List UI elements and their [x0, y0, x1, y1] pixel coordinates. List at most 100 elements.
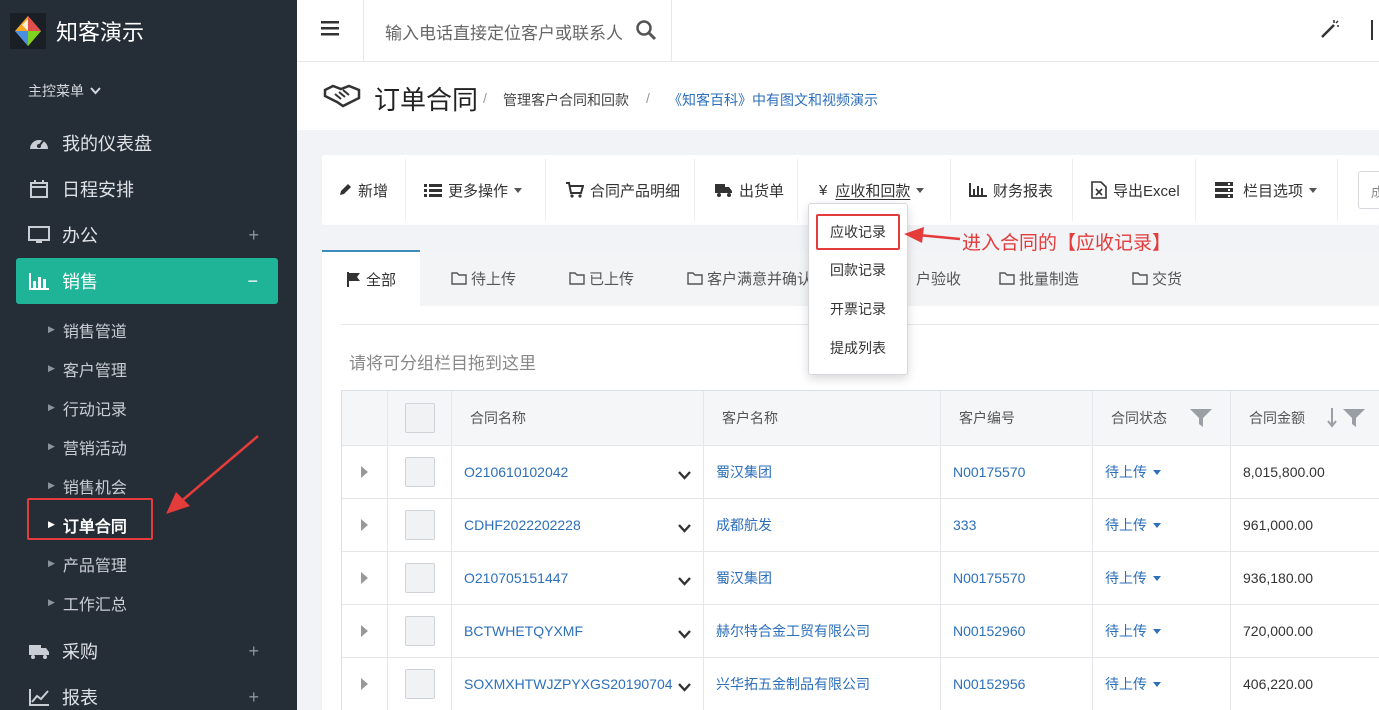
export-excel-button[interactable]: 导出Excel	[1091, 155, 1180, 225]
col-header-customer[interactable]: 客户名称	[704, 391, 941, 445]
chevron-down-icon[interactable]	[678, 520, 691, 536]
menu-item-receivables[interactable]: 应收记录	[816, 214, 900, 250]
customer-link[interactable]: 兴华拓五金制品有限公司	[716, 674, 870, 694]
sub-item-actions[interactable]: ▶ 行动记录	[0, 388, 297, 427]
tab-all[interactable]: 全部	[322, 250, 421, 306]
annotation-arrow-sidebar	[166, 435, 259, 514]
contract-name-link[interactable]: CDHF2022202228	[464, 517, 581, 533]
main-menu-toggle[interactable]: 主控菜单	[0, 62, 297, 120]
customer-link[interactable]: 成都航发	[716, 515, 772, 535]
contract-name-link[interactable]: O210610102042	[464, 464, 568, 480]
tab-uploaded[interactable]: 已上传	[569, 250, 634, 306]
expand-row-icon[interactable]	[361, 466, 368, 478]
nav-item-dashboard[interactable]: 我的仪表盘	[0, 120, 297, 166]
customer-code-link[interactable]: N00152960	[953, 623, 1025, 639]
more-actions-button[interactable]: 更多操作	[424, 155, 523, 225]
col-header-status[interactable]: 合同状态	[1093, 391, 1231, 445]
table-row[interactable]: O210705151447 蜀汉集团 N00175570 待上传 936,180.00	[342, 552, 1379, 605]
contract-name-link[interactable]: O210705151447	[464, 570, 568, 586]
menu-item-payments[interactable]: 回款记录	[809, 251, 907, 289]
customer-link[interactable]: 赫尔特合金工贸有限公司	[716, 621, 870, 641]
brand[interactable]: 知客演示	[0, 0, 297, 62]
sub-item-customers[interactable]: ▶ 客户管理	[0, 349, 297, 388]
tab-pending-upload[interactable]: 待上传	[451, 250, 516, 306]
sub-item-pipeline[interactable]: ▶ 销售管道	[0, 310, 297, 349]
nav-item-sales[interactable]: 销售 −	[16, 258, 278, 304]
contract-name-cell: SOXMXHTWJZPYXGS20190704	[452, 658, 704, 710]
search-icon[interactable]	[635, 19, 657, 44]
filter-icon[interactable]	[1343, 409, 1365, 430]
caret-right-icon: ▶	[48, 480, 55, 490]
expand-cell	[342, 552, 388, 604]
caret-down-icon	[1153, 469, 1161, 475]
flag-icon[interactable]	[1371, 20, 1379, 40]
tab-acceptance[interactable]: 户验收	[916, 250, 961, 306]
expand-plus-icon[interactable]: +	[248, 687, 259, 708]
status-cell[interactable]: 待上传	[1093, 605, 1231, 657]
select-all-checkbox[interactable]	[404, 403, 435, 433]
table-row[interactable]: BCTWHETQYXMF 赫尔特合金工贸有限公司 N00152960 待上传 720,0…	[342, 605, 1379, 658]
chevron-down-icon[interactable]	[678, 679, 691, 695]
customer-link[interactable]: 蜀汉集团	[716, 462, 772, 482]
sub-item-products[interactable]: ▶ 产品管理	[0, 544, 297, 583]
shipment-button[interactable]: 出货单	[715, 155, 784, 225]
line-chart-icon	[28, 686, 50, 708]
col-header-customer-code[interactable]: 客户编号	[941, 391, 1093, 445]
tab-batch-manufacturing[interactable]: 批量制造	[999, 250, 1079, 306]
menu-item-commission[interactable]: 提成列表	[809, 329, 907, 367]
sub-item-summary[interactable]: ▶ 工作汇总	[0, 583, 297, 622]
expand-row-icon[interactable]	[361, 625, 368, 637]
customer-code-link[interactable]: N00152956	[953, 676, 1025, 692]
expand-row-icon[interactable]	[361, 572, 368, 584]
magic-wand-icon[interactable]	[1319, 18, 1339, 43]
customer-code-link[interactable]: N00175570	[953, 570, 1025, 586]
status-cell[interactable]: 待上传	[1093, 499, 1231, 551]
customer-code-link[interactable]: N00175570	[953, 464, 1025, 480]
calendar-icon	[28, 178, 50, 200]
expand-plus-icon[interactable]: +	[248, 641, 259, 662]
row-checkbox[interactable]	[404, 457, 435, 487]
status-cell[interactable]: 待上传	[1093, 658, 1231, 710]
expand-plus-icon[interactable]: +	[248, 225, 259, 246]
contract-name-link[interactable]: BCTWHETQYXMF	[464, 623, 583, 639]
chevron-down-icon[interactable]	[678, 626, 691, 642]
table-row[interactable]: SOXMXHTWJZPYXGS20190704 兴华拓五金制品有限公司 N00152…	[342, 658, 1379, 710]
customer-link[interactable]: 蜀汉集团	[716, 568, 772, 588]
hamburger-menu-icon[interactable]	[321, 19, 339, 42]
collapse-minus-icon[interactable]: −	[247, 271, 258, 292]
global-search-input[interactable]: 输入电话直接定位客户或联系人	[385, 19, 623, 44]
status-cell[interactable]: 待上传	[1093, 446, 1231, 498]
nav-item-reports[interactable]: 报表 +	[0, 674, 297, 710]
row-checkbox[interactable]	[404, 510, 435, 540]
table-row[interactable]: CDHF2022202228 成都航发 333 待上传 961,000.00	[342, 499, 1379, 552]
nav-item-purchase[interactable]: 采购 +	[0, 628, 297, 674]
column-options-button[interactable]: 栏目选项	[1215, 155, 1318, 225]
col-header-contract-name[interactable]: 合同名称	[452, 391, 704, 445]
col-header-amount[interactable]: 合同金额	[1231, 391, 1379, 445]
row-checkbox[interactable]	[404, 563, 435, 593]
expand-row-icon[interactable]	[361, 678, 368, 690]
new-button[interactable]: 新增	[338, 155, 388, 225]
status-cell[interactable]: 待上传	[1093, 552, 1231, 604]
nav-item-office[interactable]: 办公 +	[0, 212, 297, 258]
filter-icon[interactable]	[1190, 409, 1212, 430]
menu-item-invoices[interactable]: 开票记录	[809, 290, 907, 328]
row-checkbox[interactable]	[404, 669, 435, 699]
product-detail-button[interactable]: 合同产品明细	[566, 155, 680, 225]
expand-row-icon[interactable]	[361, 519, 368, 531]
finance-report-button[interactable]: 财务报表	[969, 155, 1053, 225]
row-checkbox[interactable]	[404, 616, 435, 646]
caret-down-icon	[1153, 522, 1161, 528]
tab-delivery[interactable]: 交货	[1132, 250, 1182, 306]
customer-code-link[interactable]: 333	[953, 517, 976, 533]
contract-name-link[interactable]: SOXMXHTWJZPYXGS20190704	[464, 676, 673, 692]
help-link[interactable]: 《知客百科》中有图文和视频演示	[668, 90, 878, 110]
nav-item-schedule[interactable]: 日程安排	[0, 166, 297, 212]
chevron-down-icon[interactable]	[678, 573, 691, 589]
toolbar-search-input[interactable]: 成	[1358, 171, 1379, 209]
status-label: 待上传	[1105, 676, 1147, 692]
sort-down-icon[interactable]	[1327, 408, 1337, 431]
tab-customer-confirmed[interactable]: 客户满意并确认	[687, 250, 812, 306]
chevron-down-icon[interactable]	[678, 467, 691, 483]
table-row[interactable]: O210610102042 蜀汉集团 N00175570 待上传 8,015,800.0…	[342, 446, 1379, 499]
